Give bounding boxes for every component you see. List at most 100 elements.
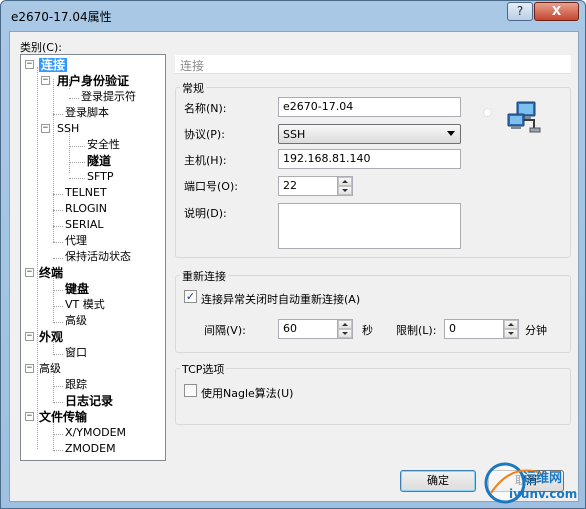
tree-collapse-icon[interactable]: − <box>25 364 34 373</box>
tree-item-vt-mode[interactable]: VT 模式 <box>65 298 105 312</box>
tree-collapse-icon[interactable]: − <box>25 412 34 421</box>
tree-item-sftp[interactable]: SFTP <box>87 170 113 184</box>
protocol-select[interactable]: SSH <box>278 124 461 144</box>
tree-collapse-icon[interactable]: − <box>41 124 50 133</box>
panel-header-title: 连接 <box>180 59 205 73</box>
ok-button[interactable]: 确定 <box>400 470 476 492</box>
tree-item-login-script[interactable]: 登录脚本 <box>65 106 109 120</box>
host-input[interactable]: 192.168.81.140 <box>278 149 461 169</box>
network-computers-icon <box>507 101 541 133</box>
tree-item-ssh[interactable]: SSH <box>57 122 79 136</box>
tree-branch <box>69 162 85 163</box>
category-tree[interactable]: − − − − − − − 连接 用户身份验证 登录提示符 登录脚本 SSH 安… <box>20 54 166 461</box>
tree-guide-line <box>53 275 54 321</box>
tree-branch <box>53 114 63 115</box>
watermark-text-cn: 运维网 <box>523 471 563 486</box>
name-label: 名称(N): <box>184 102 227 115</box>
tree-collapse-icon[interactable]: − <box>25 332 34 341</box>
minutes-unit: 分钟 <box>525 324 547 337</box>
dialog-client-area: 类别(C): − − − − − − − 连接 用户身份验证 登录提示符 登录脚… <box>9 31 579 502</box>
port-input[interactable]: 22 <box>278 176 338 196</box>
tree-branch <box>53 306 63 307</box>
spin-up-icon[interactable] <box>338 320 352 329</box>
tree-item-tunnel[interactable]: 隧道 <box>87 154 111 168</box>
tree-item-proxy[interactable]: 代理 <box>65 234 87 248</box>
tree-branch <box>53 242 63 243</box>
limit-input[interactable]: 0 <box>444 319 504 339</box>
window-title: e2670-17.04属性 <box>11 10 112 24</box>
tree-guide-line <box>53 79 54 242</box>
host-label: 主机(H): <box>184 154 227 167</box>
tree-collapse-icon[interactable]: − <box>41 76 50 85</box>
tree-guide-line <box>37 67 38 449</box>
spin-down-icon[interactable] <box>338 329 352 338</box>
interval-label: 间隔(V): <box>204 324 246 337</box>
name-input[interactable]: e2670-17.04 <box>278 97 461 117</box>
help-button[interactable]: ? <box>507 2 533 21</box>
interval-spinner[interactable] <box>338 319 353 339</box>
port-label: 端口号(O): <box>184 180 238 193</box>
protocol-select-value: SSH <box>283 128 306 141</box>
tree-item-telnet[interactable]: TELNET <box>65 186 107 200</box>
tree-item-file-transfer[interactable]: 文件传输 <box>39 410 87 424</box>
tree-branch <box>69 146 85 147</box>
nagle-checkbox[interactable] <box>184 384 197 397</box>
tree-item-advanced[interactable]: 高级 <box>39 362 61 376</box>
title-bar[interactable]: e2670-17.04属性 ? X <box>1 1 585 31</box>
auto-reconnect-checkbox[interactable]: ✓ <box>184 290 197 303</box>
description-input[interactable] <box>278 203 461 249</box>
tree-branch <box>69 178 85 179</box>
spin-down-icon[interactable] <box>338 186 352 195</box>
general-group-title: 常规 <box>180 80 206 96</box>
reconnect-group-title: 重新连接 <box>180 268 228 284</box>
limit-label: 限制(L): <box>396 324 437 337</box>
tree-branch <box>53 290 63 291</box>
spin-up-icon[interactable] <box>338 177 352 186</box>
properties-window: e2670-17.04属性 ? X 类别(C): − − − − − − − 连… <box>0 0 586 509</box>
tree-branch <box>53 210 63 211</box>
tree-item-rlogin[interactable]: RLOGIN <box>65 202 107 216</box>
tree-collapse-icon[interactable]: − <box>25 60 34 69</box>
tree-item-xymodem[interactable]: X/YMODEM <box>65 426 126 440</box>
port-spinner[interactable] <box>338 176 353 196</box>
tree-collapse-icon[interactable]: − <box>25 268 34 277</box>
close-button[interactable]: X <box>534 2 579 21</box>
chevron-down-icon <box>447 131 455 136</box>
spin-up-icon[interactable] <box>504 320 518 329</box>
tree-item-window[interactable]: 窗口 <box>65 346 87 360</box>
tree-item-terminal[interactable]: 终端 <box>39 266 63 280</box>
interval-input[interactable]: 60 <box>278 319 338 339</box>
tree-item-appearance[interactable]: 外观 <box>39 330 63 344</box>
category-label: 类别(C): <box>20 41 62 54</box>
tree-branch <box>53 386 63 387</box>
tree-item-user-auth[interactable]: 用户身份验证 <box>57 74 129 88</box>
tree-item-keyboard[interactable]: 键盘 <box>65 282 89 296</box>
tree-item-serial[interactable]: SERIAL <box>65 218 103 232</box>
seconds-unit: 秒 <box>362 324 373 337</box>
tree-item-connection[interactable]: 连接 <box>39 58 68 72</box>
tree-branch <box>53 402 63 403</box>
reconnect-group <box>175 275 571 353</box>
tree-item-security[interactable]: 安全性 <box>87 138 120 152</box>
limit-spinner[interactable] <box>504 319 519 339</box>
tree-item-keepalive[interactable]: 保持活动状态 <box>65 250 131 264</box>
tree-branch <box>69 98 79 99</box>
tree-item-logging[interactable]: 日志记录 <box>65 394 113 408</box>
tree-branch <box>53 258 63 259</box>
watermark-text-url: iyunv.com <box>509 487 578 501</box>
status-dot-icon <box>483 108 492 117</box>
description-label: 说明(D): <box>184 207 227 220</box>
protocol-label: 协议(P): <box>184 128 225 141</box>
tree-item-zmodem[interactable]: ZMODEM <box>65 442 116 456</box>
spin-down-icon[interactable] <box>504 329 518 338</box>
tree-branch <box>53 354 63 355</box>
auto-reconnect-label[interactable]: 连接异常关闭时自动重新连接(A) <box>201 291 360 307</box>
tree-item-terminal-advanced[interactable]: 高级 <box>65 314 87 328</box>
tree-branch <box>53 194 63 195</box>
tcp-group-title: TCP选项 <box>180 361 227 377</box>
nagle-label[interactable]: 使用Nagle算法(U) <box>201 385 293 401</box>
tree-item-login-prompt[interactable]: 登录提示符 <box>81 90 136 104</box>
watermark-logo: 运维网 iyunv.com <box>481 453 585 507</box>
panel-header: 连接 <box>175 55 571 74</box>
tree-item-trace[interactable]: 跟踪 <box>65 378 87 392</box>
